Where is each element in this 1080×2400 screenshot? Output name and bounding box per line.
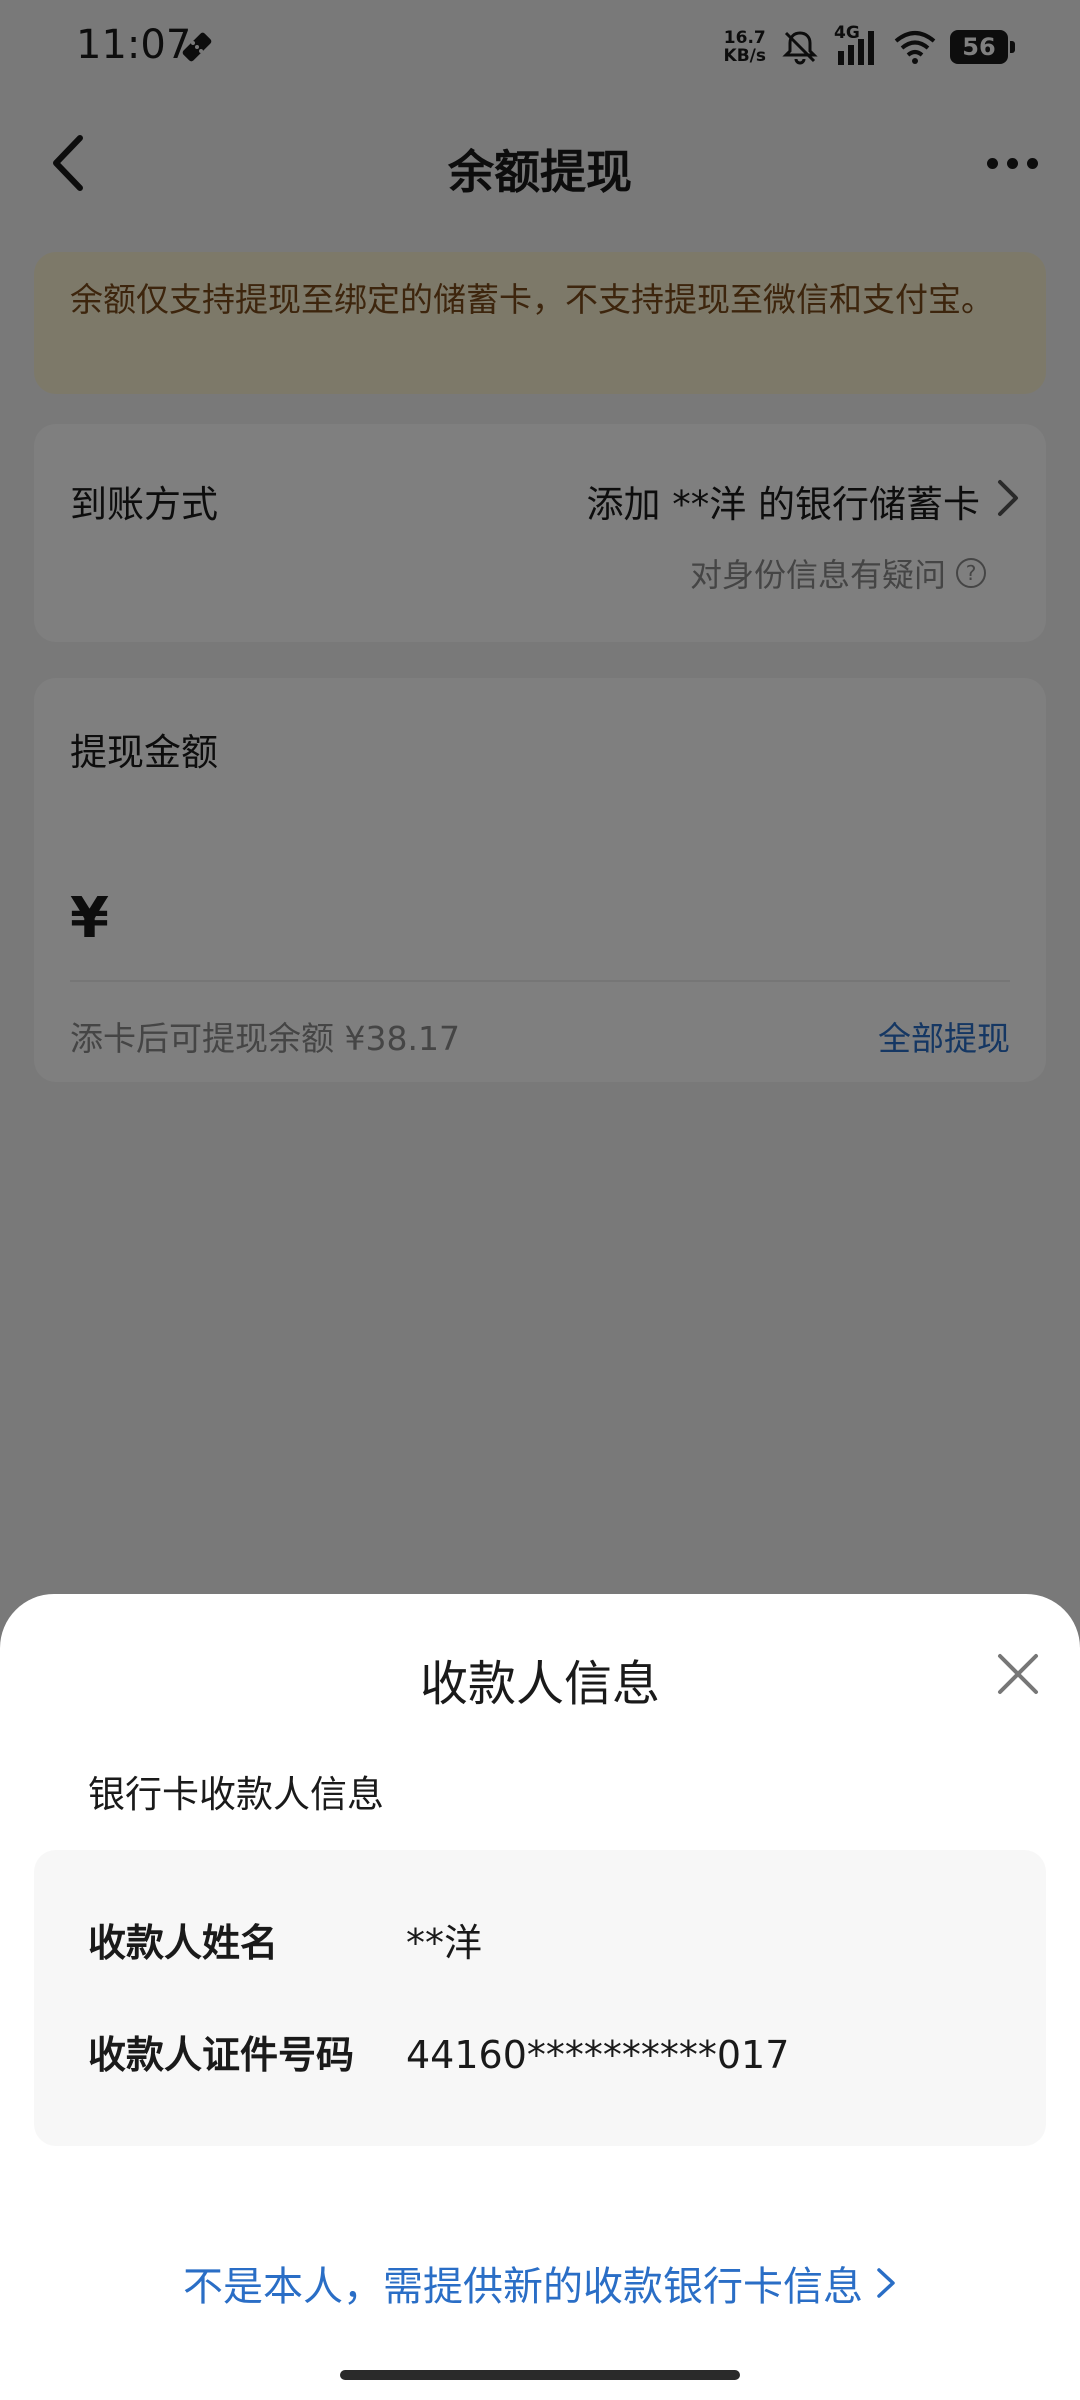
payee-info-sheet: 收款人信息 银行卡收款人信息 收款人姓名 **洋 收款人证件号码 44160****… (0, 1594, 1080, 2400)
payee-info-box: 收款人姓名 **洋 收款人证件号码 44160**********017 (34, 1850, 1046, 2146)
not-me-link[interactable]: 不是本人，需提供新的收款银行卡信息 (0, 2254, 1080, 2312)
not-me-link-text: 不是本人，需提供新的收款银行卡信息 (183, 2264, 863, 2310)
close-icon[interactable] (992, 1648, 1044, 1700)
payee-id-value: 44160**********017 (406, 2033, 790, 2077)
sheet-subtitle: 银行卡收款人信息 (88, 1773, 384, 1816)
home-indicator[interactable] (340, 2370, 740, 2380)
payee-name-label: 收款人姓名 (88, 1921, 279, 1965)
payee-id-row: 收款人证件号码 44160**********017 (88, 2024, 789, 2079)
payee-id-label: 收款人证件号码 (88, 2033, 355, 2077)
chevron-right-icon (877, 2268, 895, 2298)
sheet-title: 收款人信息 (419, 1656, 660, 1712)
payee-name-value: **洋 (406, 1921, 483, 1965)
payee-name-row: 收款人姓名 **洋 (88, 1912, 482, 1967)
